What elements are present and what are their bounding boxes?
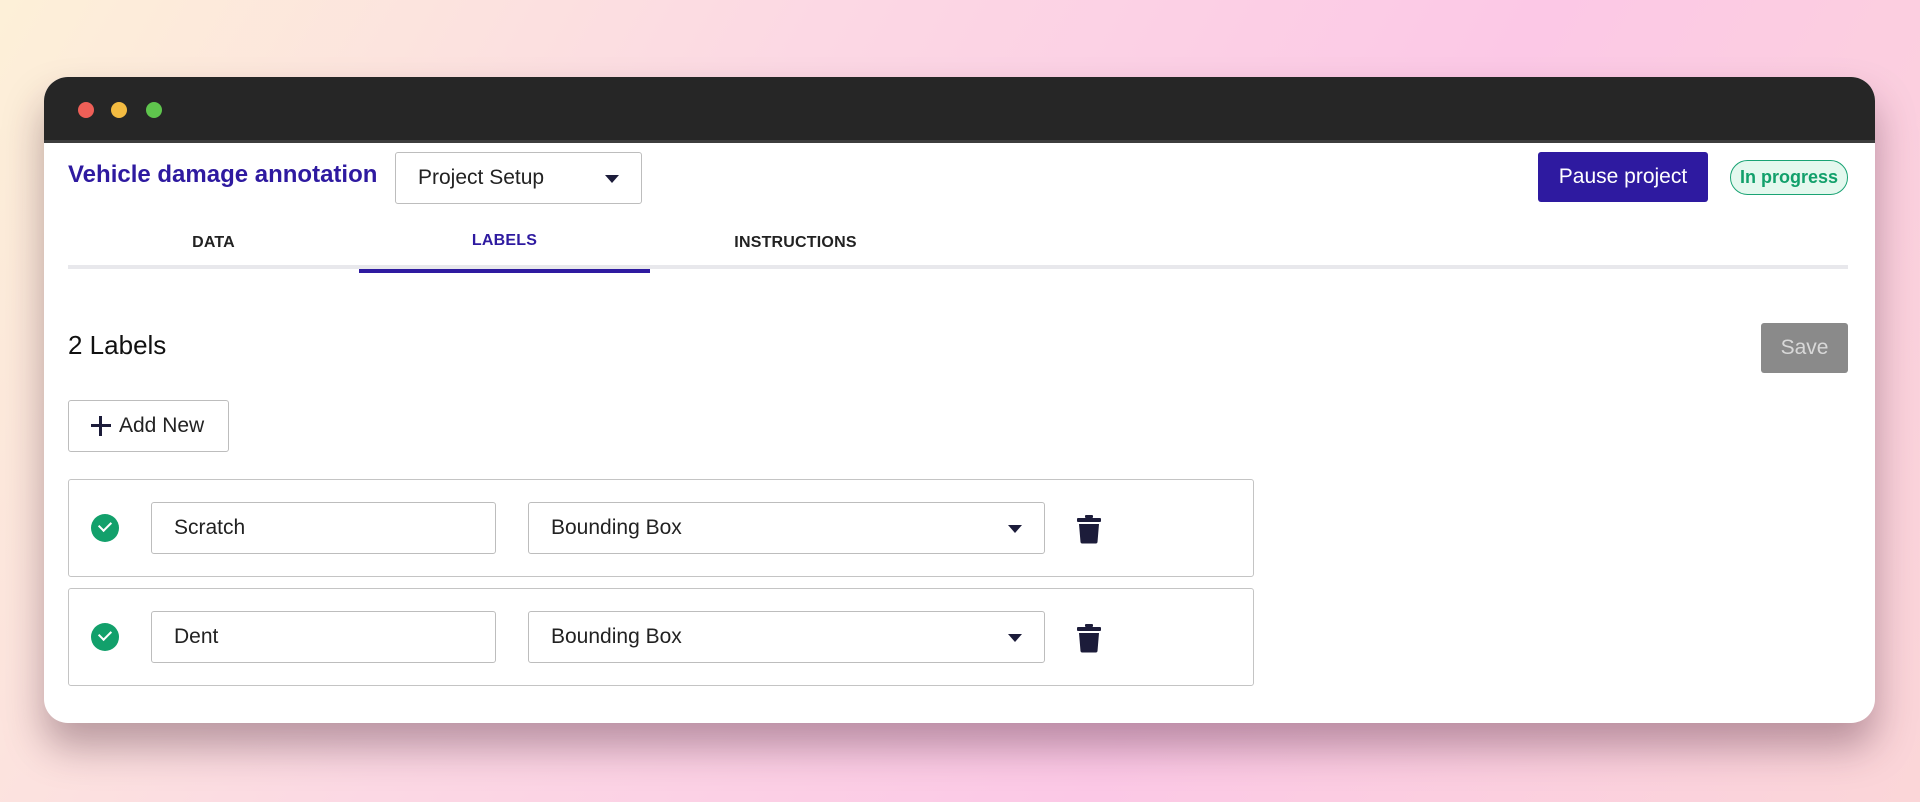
trash-icon[interactable] xyxy=(1076,623,1102,653)
trash-icon[interactable] xyxy=(1076,514,1102,544)
project-stage-value: Project Setup xyxy=(418,166,545,189)
label-name-input[interactable] xyxy=(151,611,496,663)
caret-down-icon xyxy=(1008,525,1022,533)
plus-icon xyxy=(91,416,111,436)
app-window: Vehicle damage annotation Project Setup … xyxy=(44,77,1875,723)
caret-down-icon xyxy=(605,175,619,183)
tab-bar: DATA LABELS INSTRUCTIONS xyxy=(68,217,1848,273)
maximize-window-button[interactable] xyxy=(146,102,162,118)
tab-labels[interactable]: LABELS xyxy=(359,217,650,273)
check-circle-icon xyxy=(91,514,119,542)
tab-instructions[interactable]: INSTRUCTIONS xyxy=(650,217,941,269)
labels-count-title: 2 Labels xyxy=(68,330,167,360)
label-name-input[interactable] xyxy=(151,502,496,554)
label-type-select[interactable]: Bounding Box xyxy=(528,502,1045,554)
minimize-window-button[interactable] xyxy=(111,102,127,118)
project-header: Vehicle damage annotation Project Setup … xyxy=(44,143,1875,207)
label-type-value: Bounding Box xyxy=(551,516,682,539)
add-new-label: Add New xyxy=(119,414,205,437)
window-titlebar xyxy=(44,77,1875,143)
tab-data[interactable]: DATA xyxy=(68,217,359,269)
label-row-dent: Bounding Box xyxy=(68,588,1254,686)
pause-project-button[interactable]: Pause project xyxy=(1538,152,1708,202)
project-stage-select[interactable]: Project Setup xyxy=(395,152,642,204)
close-window-button[interactable] xyxy=(78,102,94,118)
caret-down-icon xyxy=(1008,634,1022,642)
check-circle-icon xyxy=(91,623,119,651)
status-badge: In progress xyxy=(1730,160,1848,195)
label-type-value: Bounding Box xyxy=(551,625,682,648)
label-row-scratch: Bounding Box xyxy=(68,479,1254,577)
save-button[interactable]: Save xyxy=(1761,323,1848,373)
label-type-select[interactable]: Bounding Box xyxy=(528,611,1045,663)
add-new-label-button[interactable]: Add New xyxy=(68,400,229,452)
project-title: Vehicle damage annotation xyxy=(68,161,378,188)
